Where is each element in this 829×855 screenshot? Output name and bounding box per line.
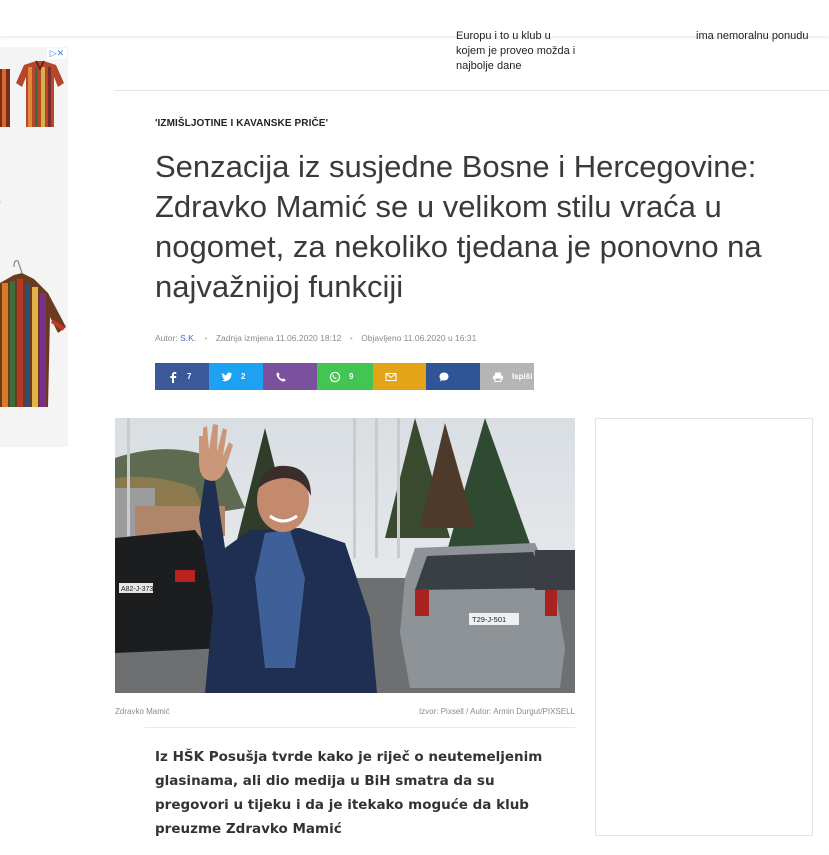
whatsapp-icon — [329, 371, 341, 382]
viber-icon — [276, 372, 286, 382]
photo-credit: Izvor: Pixsell / Autor: Armin Durgut/PIX… — [418, 707, 575, 716]
author-label: Autor: — [155, 333, 178, 343]
photo-zdravko-mamic: A82-J-373 T29-J-501 — [115, 418, 575, 693]
facebook-share-button[interactable]: 7 — [155, 363, 209, 390]
modified-date: Zadnja izmjena 11.06.2020 18:12 — [215, 333, 342, 343]
whatsapp-share-button[interactable]: 9 — [317, 363, 373, 390]
twitter-count: 2 — [241, 372, 246, 381]
svg-text:-: - — [0, 194, 1, 208]
article-kicker: 'IZMIŠLJOTINE I KAVANSKE PRIČE' — [155, 118, 329, 129]
sidebar-ad-slot[interactable] — [595, 418, 813, 836]
email-share-button[interactable] — [373, 363, 426, 390]
divider — [114, 90, 829, 91]
article-headline: Senzacija iz susjedne Bosne i Hercegovin… — [155, 149, 762, 304]
plate-right: T29-J-501 — [472, 615, 506, 624]
article-photo[interactable]: A82-J-373 T29-J-501 — [115, 418, 575, 693]
photo-caption: Zdravko Mamić — [115, 707, 170, 716]
published-date: Objavljeno 11.06.2020 u 16:31 — [361, 333, 477, 343]
ad-shirts-image: - — [0, 60, 66, 407]
advertisement-left[interactable]: - ▷✕ — [0, 47, 68, 447]
twitter-share-button[interactable]: 2 — [209, 363, 263, 390]
print-button[interactable]: Ispiši — [480, 363, 534, 390]
comments-button[interactable] — [426, 363, 480, 390]
article-meta: Autor: S.K. • Zadnja izmjena 11.06.2020 … — [155, 333, 476, 343]
article-lead: Iz HŠK Posušja tvrde kako je riječ o neu… — [155, 749, 543, 837]
divider — [145, 727, 575, 728]
print-icon — [493, 372, 503, 382]
author-link[interactable]: S.K. — [180, 333, 196, 343]
meta-separator: • — [204, 333, 208, 343]
facebook-count: 7 — [187, 372, 192, 381]
whatsapp-count: 9 — [349, 372, 354, 381]
ad-close-icon[interactable]: ▷✕ — [47, 48, 67, 59]
comment-icon — [439, 372, 449, 381]
facebook-icon — [170, 371, 177, 383]
twitter-icon — [221, 372, 233, 381]
meta-separator: • — [349, 333, 353, 343]
plate-left: A82-J-373 — [121, 586, 153, 593]
print-label: Ispiši — [512, 372, 533, 381]
related-article-link[interactable]: ima nemoralnu ponudu — [696, 29, 816, 44]
share-bar: 7 2 9 Ispiši — [155, 363, 534, 390]
viber-share-button[interactable] — [263, 363, 317, 390]
related-article-link[interactable]: Europu i to u klub u kojem je proveo mož… — [456, 29, 581, 74]
email-icon — [385, 372, 397, 381]
